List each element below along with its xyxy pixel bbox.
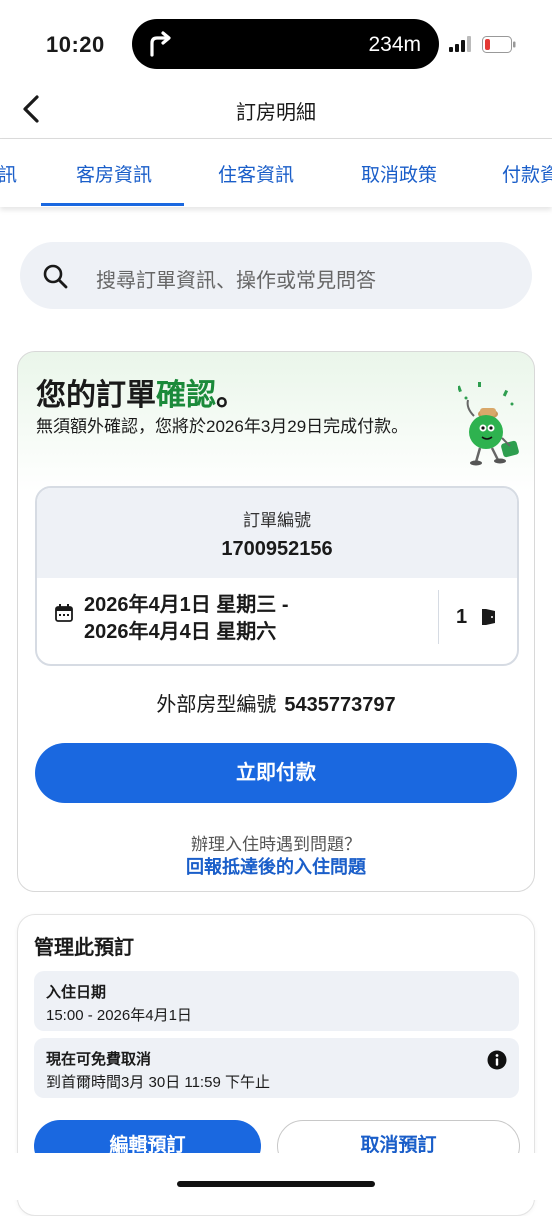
confirmation-subtitle: 無須額外確認，您將於2026年3月29日完成付款。	[36, 417, 409, 436]
info-icon[interactable]	[487, 1050, 507, 1070]
search-input[interactable]: 搜尋訂單資訊、操作或常見問答	[96, 264, 376, 293]
top-nav-bar: 訂房明細	[0, 90, 552, 139]
search-bar[interactable]: 搜尋訂單資訊、操作或常見問答	[20, 242, 532, 309]
status-bar: 10:20 234m	[0, 0, 552, 90]
free-cancellation-row[interactable]: 現在可免費取消 到首爾時間3月 30日 11:59 下午止	[34, 1038, 519, 1098]
checkin-date-line: 2026年4月1日 星期三 -	[84, 594, 289, 616]
checkin-date-row[interactable]: 入住日期 15:00 - 2026年4月1日	[34, 971, 519, 1031]
nav-distance: 234m	[368, 33, 421, 56]
free-cancellation-title: 現在可免費取消	[46, 1051, 152, 1068]
bottom-safe-area	[0, 1153, 552, 1200]
vertical-divider	[438, 590, 439, 644]
confirmation-title-suffix: 。	[216, 379, 246, 412]
order-number-label: 訂單編號	[243, 511, 311, 530]
tab-payment-info[interactable]: 付款資	[502, 160, 552, 187]
active-tab-indicator	[41, 203, 184, 206]
turn-right-arrow-icon	[150, 31, 171, 57]
tab-room-info[interactable]: 客房資訊	[76, 160, 152, 187]
confirmation-title: 您的訂單確認。	[36, 370, 246, 414]
battery-icon	[482, 36, 516, 53]
checkin-date-title: 入住日期	[46, 984, 107, 1001]
external-room-id-value: 5435773797	[284, 694, 396, 716]
free-cancellation-deadline: 到首爾時間3月 30日 11:59 下午止	[46, 1074, 270, 1091]
mascot-illustration	[458, 382, 519, 466]
calendar-icon	[55, 604, 73, 622]
report-checkin-issue-link[interactable]: 回報抵達後的入住問題	[18, 853, 534, 879]
search-icon	[43, 264, 68, 289]
tab-guest-info[interactable]: 住客資訊	[218, 160, 294, 187]
checkin-date-value: 15:00 - 2026年4月1日	[46, 1007, 192, 1024]
tab-cancellation-policy[interactable]: 取消政策	[361, 160, 437, 187]
status-time: 10:20	[46, 32, 105, 57]
pay-now-button[interactable]: 立即付款	[35, 743, 517, 803]
external-room-id: 外部房型編號 5435773797	[18, 688, 534, 717]
order-number: 1700952156	[221, 538, 333, 560]
tab-partial-left[interactable]: 訊	[0, 160, 17, 187]
signal-icon	[449, 36, 471, 52]
order-number-section: 訂單編號 1700952156	[37, 488, 517, 578]
page-title: 訂房明細	[236, 102, 316, 124]
external-room-id-label: 外部房型編號	[156, 694, 277, 716]
manage-booking-title: 管理此預訂	[34, 937, 134, 959]
stay-dates: 2026年4月1日 星期三 - 2026年4月4日 星期六	[84, 592, 289, 646]
home-indicator[interactable]	[177, 1181, 375, 1187]
section-tabs: 訊 客房資訊 住客資訊 取消政策 付款資	[0, 139, 552, 207]
confirmation-title-prefix: 您的訂單	[36, 379, 156, 412]
room-count: 1	[456, 606, 468, 628]
door-icon	[482, 609, 495, 625]
checkin-issue-question: 辦理入住時遇到問題？	[191, 835, 361, 854]
dynamic-island[interactable]: 234m	[132, 19, 439, 69]
checkout-date-line: 2026年4月4日 星期六	[84, 621, 277, 643]
confirmation-title-highlight: 確認	[156, 379, 216, 412]
order-confirmation-card: 您的訂單確認。 無須額外確認，您將於2026年3月29日完成付款。 訂單編號 1…	[17, 351, 535, 892]
order-details-box: 訂單編號 1700952156 2026年4月1日 星期三 - 2026年4月4…	[35, 486, 519, 666]
